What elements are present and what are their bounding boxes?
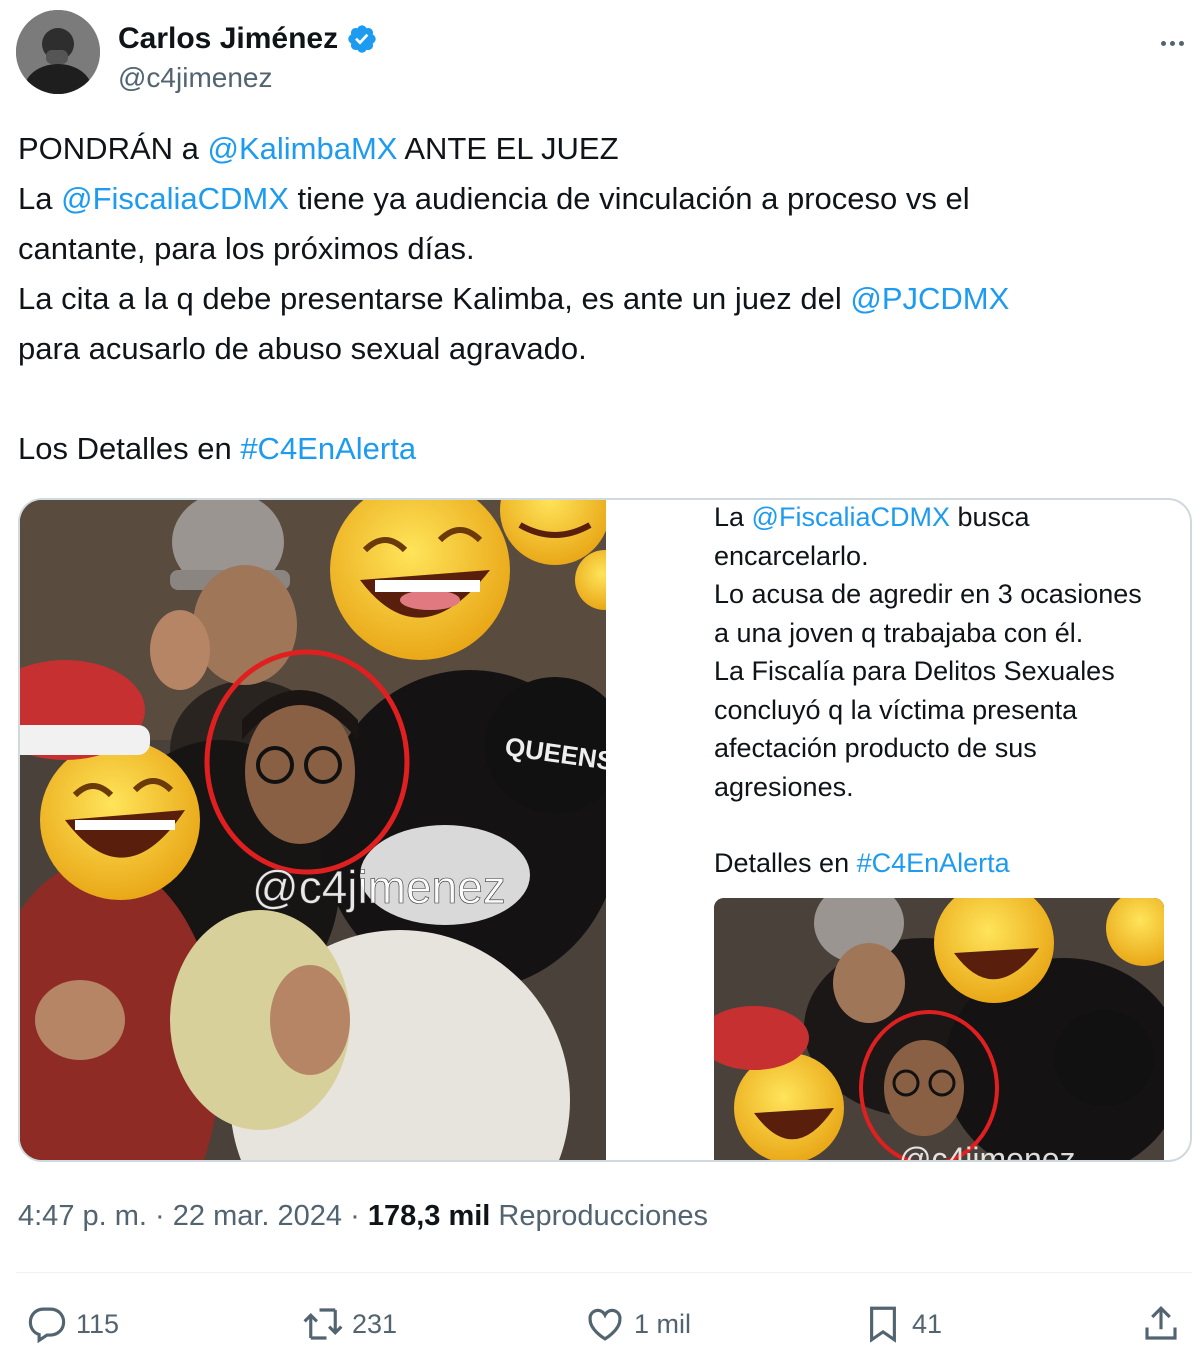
tweet-header: Carlos Jiménez @c4jimenez xyxy=(16,10,1192,94)
like-count: 1 mil xyxy=(634,1308,692,1339)
reply-icon xyxy=(28,1307,66,1344)
text-line: Detalles en #C4EnAlerta xyxy=(714,844,1184,883)
tweet-meta: 4:47 p. m. · 22 mar. 2024 · 178,3 mil Re… xyxy=(18,1200,708,1232)
divider xyxy=(16,1272,1192,1273)
text-line: encarcelarlo. xyxy=(714,537,1184,576)
reply-button[interactable]: 115 xyxy=(26,1294,119,1354)
bookmark-icon xyxy=(870,1306,896,1343)
media-card[interactable]: QUEENS @c4jimenez La @FiscaliaCDMX busca… xyxy=(18,498,1192,1162)
text-line: a una joven q trabajaba con él. xyxy=(714,614,1184,653)
tweet-date[interactable]: 22 mar. 2024 xyxy=(173,1200,342,1232)
mention-link[interactable]: @FiscaliaCDMX xyxy=(752,502,950,532)
text-line: para acusarlo de abuso sexual agravado. xyxy=(18,324,1178,374)
text-segment: cantante, para los próximos días. xyxy=(18,231,475,266)
action-bar: 115 231 1 mil 41 xyxy=(0,1294,1200,1354)
reply-count: 115 xyxy=(76,1308,120,1339)
text-line: La @FiscaliaCDMX tiene ya audiencia de v… xyxy=(18,174,1178,224)
text-line: Lo acusa de agredir en 3 ocasiones xyxy=(714,575,1184,614)
text-line: cantante, para los próximos días. xyxy=(18,224,1178,274)
text-segment: tiene ya audiencia de vinculación a proc… xyxy=(288,181,970,216)
hashtag-link[interactable]: #C4EnAlerta xyxy=(240,431,416,466)
display-name[interactable]: Carlos Jiménez xyxy=(118,22,338,56)
bookmark-button[interactable]: 41 xyxy=(862,1294,942,1354)
text-line: La @FiscaliaCDMX busca xyxy=(714,500,1184,537)
text-segment: afectación producto de sus xyxy=(714,733,1037,763)
text-segment: encarcelarlo. xyxy=(714,540,869,571)
text-line: afectación producto de sus xyxy=(714,729,1184,768)
text-line: PONDRÁN a @KalimbaMX ANTE EL JUEZ xyxy=(18,124,1178,174)
tweet-text: PONDRÁN a @KalimbaMX ANTE EL JUEZ La @Fis… xyxy=(18,124,1178,474)
share-icon xyxy=(1145,1306,1177,1340)
text-segment: La xyxy=(18,181,62,216)
hashtag-link[interactable]: #C4EnAlerta xyxy=(857,848,1010,878)
mention-link[interactable]: @KalimbaMX xyxy=(207,131,397,166)
share-button[interactable] xyxy=(1140,1294,1190,1354)
views-label: Reproducciones xyxy=(498,1200,708,1232)
svg-text:@c4jimenez: @c4jimenez xyxy=(252,861,506,913)
text-line: La Fiscalía para Delitos Sexuales xyxy=(714,652,1184,691)
text-segment: para acusarlo de abuso sexual agravado. xyxy=(18,331,587,366)
text-line: La cita a la q debe presentarse Kalimba,… xyxy=(18,274,1178,324)
heart-icon xyxy=(588,1308,622,1341)
text-segment: La cita a la q debe presentarse Kalimba,… xyxy=(18,281,851,316)
svg-text:@c4jimenez: @c4jimenez xyxy=(899,1141,1076,1162)
tweet-photo[interactable]: QUEENS @c4jimenez xyxy=(20,500,606,1160)
mention-link[interactable]: @FiscaliaCDMX xyxy=(61,181,289,216)
thumbnail-photo[interactable]: @c4jimenez xyxy=(714,898,1164,1162)
text-segment: La Fiscalía para Delitos Sexuales xyxy=(714,656,1115,686)
like-button[interactable]: 1 mil xyxy=(584,1294,691,1354)
verified-badge-icon xyxy=(348,25,376,53)
text-segment: Los Detalles en xyxy=(18,431,241,466)
side-text: La @FiscaliaCDMX busca encarcelarlo. Lo ac… xyxy=(714,500,1184,883)
repost-count: 231 xyxy=(352,1308,398,1339)
more-options-icon[interactable] xyxy=(1152,28,1192,58)
repost-button[interactable]: 231 xyxy=(302,1294,397,1354)
text-segment: concluyó q la víctima presenta xyxy=(714,694,1078,725)
mention-link[interactable]: @PJCDMX xyxy=(850,281,1009,316)
bookmark-count: 41 xyxy=(912,1308,943,1339)
side-panel: La @FiscaliaCDMX busca encarcelarlo. Lo ac… xyxy=(714,500,1184,1160)
text-segment: La xyxy=(714,502,752,532)
views-count: 178,3 mil xyxy=(367,1200,491,1232)
text-segment: Detalles en xyxy=(714,848,857,878)
text-segment: ANTE EL JUEZ xyxy=(397,131,619,166)
tweet-time[interactable]: 4:47 p. m. xyxy=(18,1200,147,1232)
text-line: agresiones. xyxy=(714,768,1184,807)
avatar[interactable] xyxy=(16,10,100,94)
text-segment: Lo acusa de agredir en 3 ocasiones xyxy=(714,579,1142,609)
text-segment: PONDRÁN a xyxy=(18,131,208,166)
text-segment: agresiones. xyxy=(714,771,854,802)
text-segment: a una joven q trabajaba con él. xyxy=(714,617,1084,648)
handle[interactable]: @c4jimenez xyxy=(118,62,272,94)
repost-icon xyxy=(303,1308,343,1340)
text-line: concluyó q la víctima presenta xyxy=(714,691,1184,730)
text-line: Los Detalles en #C4EnAlerta xyxy=(18,424,1178,474)
text-segment: busca xyxy=(949,502,1030,532)
